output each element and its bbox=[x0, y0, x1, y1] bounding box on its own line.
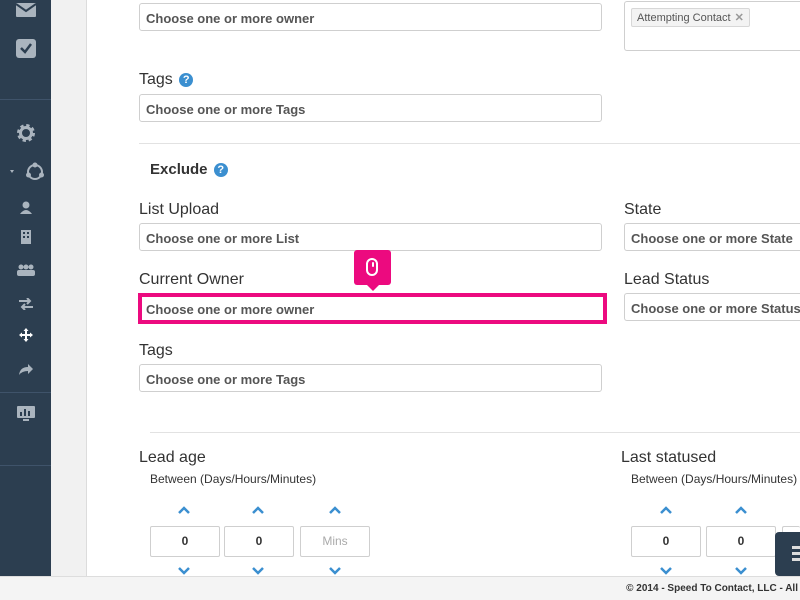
state-placeholder: Choose one or more State bbox=[631, 231, 793, 246]
last-statused-days-input[interactable]: 0 bbox=[631, 526, 701, 557]
exclude-title-text: Exclude bbox=[150, 161, 208, 178]
include-tags-select[interactable]: Choose one or more Tags bbox=[139, 94, 602, 122]
last-statused-between-label: Between (Days/Hours/Minutes) bbox=[631, 472, 798, 486]
menu-icon[interactable] bbox=[775, 532, 800, 576]
sidebar-gutter bbox=[51, 0, 87, 576]
increment-days-icon[interactable] bbox=[660, 506, 672, 514]
decrement-days-icon[interactable] bbox=[660, 567, 672, 575]
include-owner-placeholder: Choose one or more owner bbox=[146, 11, 315, 26]
share-icon[interactable] bbox=[0, 161, 51, 183]
footer: © 2014 - Speed To Contact, LLC - All bbox=[0, 576, 800, 600]
mouse-icon bbox=[366, 258, 378, 276]
include-status-select[interactable]: Attempting Contact ✕ bbox=[624, 1, 800, 51]
exclude-tags-select[interactable]: Choose one or more Tags bbox=[139, 364, 602, 392]
lead-age-minutes-input[interactable]: Mins bbox=[300, 526, 370, 557]
list-upload-label: List Upload bbox=[139, 201, 220, 218]
lead-age-hours-input[interactable]: 0 bbox=[224, 526, 294, 557]
footer-text: © 2014 - Speed To Contact, LLC - All bbox=[626, 583, 798, 594]
help-icon[interactable]: ? bbox=[213, 163, 228, 177]
exclude-tags-placeholder: Choose one or more Tags bbox=[146, 372, 306, 387]
status-tag-label: Attempting Contact bbox=[637, 12, 731, 24]
section-divider bbox=[150, 432, 800, 433]
state-label: State bbox=[624, 201, 662, 218]
include-tags-placeholder: Choose one or more Tags bbox=[146, 102, 306, 117]
include-owner-select[interactable]: Choose one or more owner bbox=[139, 3, 602, 31]
decrement-minutes-icon[interactable] bbox=[329, 567, 341, 575]
current-owner-label: Current Owner bbox=[139, 271, 244, 288]
state-select[interactable]: Choose one or more State bbox=[624, 223, 800, 251]
remove-tag-icon[interactable]: ✕ bbox=[735, 12, 744, 24]
mail-icon[interactable] bbox=[0, 0, 51, 20]
last-statused-hours-input[interactable]: 0 bbox=[706, 526, 776, 557]
list-upload-select[interactable]: Choose one or more List bbox=[139, 223, 602, 251]
sidebar-divider bbox=[0, 465, 51, 466]
lead-status-label: Lead Status bbox=[624, 271, 710, 288]
sidebar-divider bbox=[0, 99, 51, 100]
status-tag: Attempting Contact ✕ bbox=[631, 8, 750, 27]
lead-status-select[interactable]: Choose one or more Status bbox=[624, 293, 800, 321]
increment-minutes-icon[interactable] bbox=[329, 506, 341, 514]
move-icon[interactable] bbox=[0, 327, 51, 343]
monitor-icon[interactable] bbox=[0, 405, 51, 423]
decrement-hours-icon[interactable] bbox=[735, 567, 747, 575]
section-divider bbox=[139, 143, 800, 144]
decrement-days-icon[interactable] bbox=[178, 567, 190, 575]
lead-age-between-label: Between (Days/Hours/Minutes) bbox=[150, 472, 317, 486]
click-indicator bbox=[354, 250, 391, 291]
transfer-icon[interactable] bbox=[0, 296, 51, 312]
increment-hours-icon[interactable] bbox=[252, 506, 264, 514]
list-upload-placeholder: Choose one or more List bbox=[146, 231, 300, 246]
building-icon[interactable] bbox=[0, 229, 51, 245]
sidebar-divider bbox=[0, 392, 51, 393]
sidebar bbox=[0, 0, 51, 576]
task-icon[interactable] bbox=[0, 37, 51, 59]
lead-age-days-input[interactable]: 0 bbox=[150, 526, 220, 557]
last-statused-label: Last statused bbox=[621, 449, 717, 466]
highlight-box bbox=[138, 293, 607, 324]
increment-days-icon[interactable] bbox=[178, 506, 190, 514]
include-tags-label: Tags ? bbox=[139, 71, 194, 89]
user-icon[interactable] bbox=[0, 199, 51, 215]
lead-status-placeholder: Choose one or more Status bbox=[631, 301, 800, 316]
lead-age-label: Lead age bbox=[139, 449, 206, 466]
exclude-title: Exclude ? bbox=[150, 161, 228, 178]
decrement-hours-icon[interactable] bbox=[252, 567, 264, 575]
forward-icon[interactable] bbox=[0, 361, 51, 377]
group-icon[interactable] bbox=[0, 262, 51, 278]
help-icon[interactable]: ? bbox=[179, 73, 194, 87]
exclude-tags-label: Tags bbox=[139, 342, 173, 359]
gear-icon[interactable] bbox=[0, 122, 51, 144]
include-tags-label-text: Tags bbox=[139, 71, 173, 88]
increment-hours-icon[interactable] bbox=[735, 506, 747, 514]
